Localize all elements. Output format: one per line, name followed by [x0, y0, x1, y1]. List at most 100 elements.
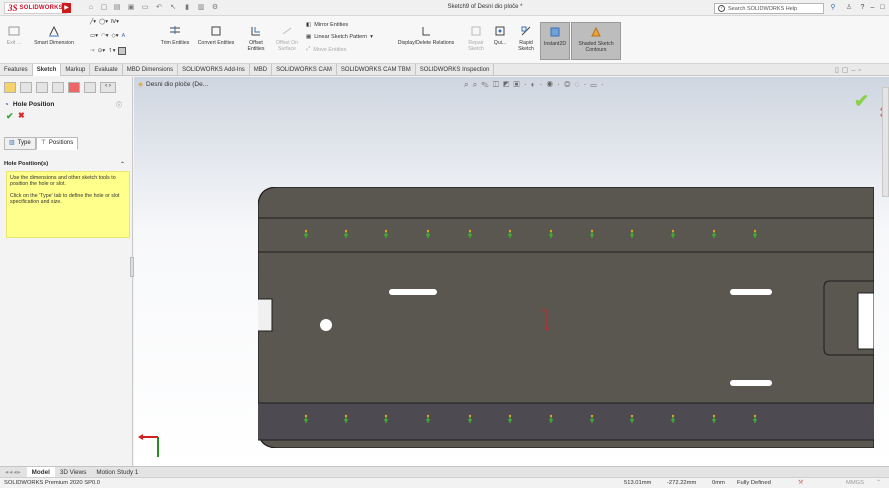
sketch-part-plate[interactable]: [258, 187, 874, 448]
print-icon[interactable]: ▭: [140, 3, 150, 13]
exit-sketch-button[interactable]: Exit ...: [4, 24, 24, 46]
flyout-tree-item[interactable]: ◈ Desni dio ploče (De...: [138, 80, 208, 89]
rectangle-icon[interactable]: ▭▾: [90, 33, 98, 39]
grid-icon[interactable]: [118, 47, 127, 55]
solidworks-logo[interactable]: 3S SOLIDWORKS: [4, 2, 67, 14]
move-entities-button[interactable]: ⤢ Move Entities: [306, 46, 346, 53]
coord-z: 0mm: [712, 480, 725, 486]
help-search-input[interactable]: ? Search SOLIDWORKS Help: [714, 3, 824, 14]
tab-addins[interactable]: SOLIDWORKS Add-Ins: [178, 64, 250, 76]
property-manager-panel: ‹ › ◔ Hole Position ⓘ ✔ ✖ ▥ Type ⊤ Posit…: [0, 77, 134, 466]
repair-icon: [471, 26, 481, 36]
cancel-x-icon[interactable]: ✖: [18, 111, 25, 120]
dimxpert-tab-icon[interactable]: [52, 82, 64, 93]
tab-inspection[interactable]: SOLIDWORKS Inspection: [416, 64, 495, 76]
help-button[interactable]: ?: [858, 3, 867, 13]
options-gear-icon[interactable]: ⚙: [210, 3, 220, 13]
instant2d-button[interactable]: Instant2D: [540, 22, 570, 60]
collapse-caret-icon[interactable]: ⌃: [120, 161, 125, 168]
offset-entities-button[interactable]: Offset Entities: [244, 24, 268, 52]
restore-button[interactable]: □: [878, 3, 887, 13]
tab-mbd-dimensions[interactable]: MBD Dimensions: [123, 64, 179, 76]
point-icon[interactable]: ▫▾: [90, 48, 95, 54]
rebuild-status-icon[interactable]: ⚒: [798, 480, 803, 486]
rapid-sketch-button[interactable]: Rapid Sketch: [514, 24, 538, 52]
configuration-manager-tab-icon[interactable]: [36, 82, 48, 93]
plane-icon[interactable]: ↿▾: [108, 48, 115, 54]
text-icon[interactable]: A: [122, 33, 126, 39]
user-icon[interactable]: ♙: [844, 3, 854, 13]
status-options-icon[interactable]: ⌃: [876, 480, 881, 486]
rapid-sketch-label: Rapid Sketch: [518, 40, 534, 52]
instant2d-icon: [550, 27, 560, 37]
ok-check-icon[interactable]: ✔: [6, 111, 14, 122]
help-search-placeholder: Search SOLIDWORKS Help: [728, 5, 798, 12]
property-manager-tab-icon[interactable]: [20, 82, 32, 93]
rapid-sketch-icon: [521, 26, 531, 36]
repair-sketch-button[interactable]: Repair Sketch: [466, 24, 486, 52]
smart-dimension-button[interactable]: Smart Dimension: [33, 24, 75, 46]
file-properties-icon[interactable]: ▥: [196, 3, 206, 13]
slot-icon[interactable]: ◠▾: [101, 33, 109, 39]
display-delete-relations-button[interactable]: Display/Delete Relations: [394, 24, 458, 46]
tab-sketch[interactable]: Sketch: [32, 64, 62, 76]
confirm-ok-icon[interactable]: ✔: [854, 91, 869, 112]
menu-expand-icon[interactable]: ▶: [62, 3, 71, 13]
display-manager-tab-icon[interactable]: [68, 82, 80, 93]
open-icon[interactable]: ▤: [112, 3, 122, 13]
tab-scroll-icon[interactable]: ‹ ›: [100, 82, 116, 93]
offset-surface-icon: [282, 27, 292, 35]
task-pane-tabs[interactable]: [882, 87, 889, 197]
convert-icon: [211, 26, 221, 36]
cam-tab-icon[interactable]: [84, 82, 96, 93]
offset-on-surface-button[interactable]: Offset On Surface: [272, 24, 302, 52]
tab-motion-study[interactable]: Motion Study 1: [91, 467, 143, 478]
tab-features[interactable]: Features: [0, 64, 33, 76]
tab-mbd[interactable]: MBD: [250, 64, 273, 76]
trim-entities-button[interactable]: Trim Entities: [160, 24, 190, 46]
quick-snaps-button[interactable]: Qui...: [490, 24, 510, 46]
tab-3d-views[interactable]: 3D Views: [55, 467, 91, 478]
instant2d-label: Instant2D: [543, 41, 567, 47]
line-icon[interactable]: ╱▾: [90, 19, 96, 25]
convert-entities-button[interactable]: Convert Entities: [196, 24, 236, 46]
move-icon: ⤢: [306, 46, 311, 52]
circle-icon[interactable]: ◯▾: [99, 19, 108, 25]
linear-pattern-button[interactable]: ▦ Linear Sketch Pattern ▾: [306, 34, 373, 40]
minimize-button[interactable]: –: [868, 3, 877, 13]
rebuild-icon[interactable]: ▮: [182, 3, 192, 13]
panel-tab-strip: ‹ ›: [4, 82, 116, 94]
trim-icon: [170, 26, 180, 34]
spline-icon[interactable]: Ⅳ▾: [111, 19, 119, 25]
save-icon[interactable]: ▣: [126, 3, 136, 13]
mirror-entities-button[interactable]: ◧ Mirror Entities: [306, 22, 348, 28]
panel-window-controls[interactable]: ▯▢–▫: [835, 66, 864, 74]
search-magnifier-icon[interactable]: ⚲: [828, 3, 838, 13]
units-selector[interactable]: MMGS: [846, 480, 864, 486]
fillet-icon[interactable]: ⊙▾: [98, 48, 105, 54]
select-icon[interactable]: ↖: [168, 3, 178, 13]
tab-evaluate[interactable]: Evaluate: [90, 64, 123, 76]
new-document-icon[interactable]: ▢: [99, 3, 109, 13]
slot-right-bottom: [730, 380, 772, 386]
feature-tree-tab-icon[interactable]: [4, 82, 16, 93]
subtab-positions[interactable]: ⊤ Positions: [35, 137, 79, 150]
status-bar: SOLIDWORKS Premium 2020 SP0.0 513.01mm -…: [0, 477, 889, 488]
subtab-type[interactable]: ▥ Type: [4, 137, 36, 150]
tab-scroll-arrows-icon[interactable]: ◂◂◂▸: [0, 467, 27, 478]
offset-icon: [251, 27, 260, 36]
tab-markup[interactable]: Markup: [61, 64, 91, 76]
graphics-viewport[interactable]: ◈ Desni dio ploče (De... ⌕ ⌕ ✎ ◫ ◩ ▣ · ◐…: [134, 77, 889, 466]
tab-cam-tbm[interactable]: SOLIDWORKS CAM TBM: [337, 64, 416, 76]
pattern-dropdown-icon[interactable]: ▾: [370, 34, 373, 40]
tab-model[interactable]: Model: [26, 466, 55, 478]
logo-text: SOLIDWORKS: [19, 5, 63, 11]
home-icon[interactable]: ⌂: [86, 3, 96, 13]
pm-help-icon[interactable]: ⓘ: [116, 100, 122, 109]
heads-up-view-toolbar[interactable]: ⌕ ⌕ ✎ ◫ ◩ ▣ · ◐ · ◉ · ◎ ◌ · ▭ ·: [464, 80, 605, 90]
shaded-contours-label: Shaded Sketch Contours: [578, 41, 614, 53]
tab-cam[interactable]: SOLIDWORKS CAM: [272, 64, 337, 76]
undo-icon[interactable]: ↶: [154, 3, 164, 13]
shaded-contours-button[interactable]: Shaded Sketch Contours: [571, 22, 621, 60]
polygon-icon[interactable]: ◇▾: [112, 33, 119, 39]
